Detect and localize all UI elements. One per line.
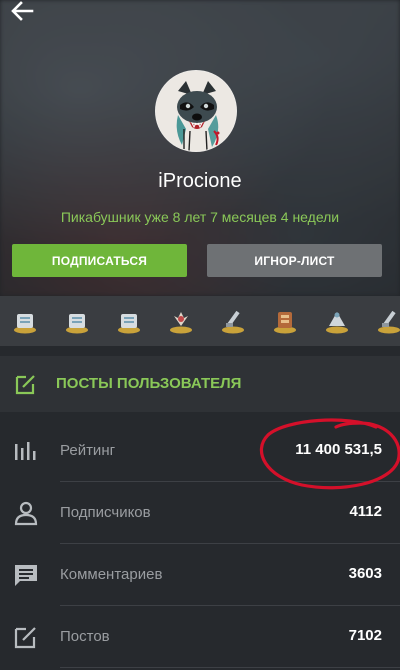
profile-screen: iProcione Пикабушник уже 8 лет 7 месяцев…	[0, 0, 400, 670]
arrow-left-icon	[11, 1, 34, 21]
award-icon[interactable]	[376, 306, 400, 334]
stat-row-rating: Рейтинг 11 400 531,5	[0, 420, 400, 482]
award-icon[interactable]	[324, 306, 350, 334]
award-icon[interactable]	[12, 306, 38, 334]
award-icon[interactable]	[220, 306, 246, 334]
award-icon[interactable]	[64, 306, 90, 334]
avatar[interactable]	[155, 70, 237, 152]
raccoon-avatar-image	[156, 71, 236, 151]
stat-label: Постов	[60, 628, 110, 645]
posts-value: 7102	[348, 627, 382, 644]
stat-row-posts[interactable]: Постов 7102	[0, 606, 400, 668]
award-icon[interactable]	[116, 306, 142, 334]
member-since-text: Пикабушник уже 8 лет 7 месяцев 4 недели	[60, 209, 340, 225]
edit-square-icon	[15, 375, 35, 395]
subscribers-value: 4112	[349, 503, 382, 520]
profile-username: iProcione	[158, 170, 242, 192]
awards-strip[interactable]	[0, 296, 400, 346]
bar-chart-icon	[15, 442, 36, 460]
stat-row-comments[interactable]: Комментариев 3603	[0, 544, 400, 606]
user-icon	[14, 501, 38, 526]
stat-row-subscribers[interactable]: Подписчиков 4112	[0, 482, 400, 544]
comment-icon	[15, 565, 37, 586]
ignore-list-button[interactable]: ИГНОР-ЛИСТ	[207, 244, 382, 277]
edit-square-icon	[14, 627, 36, 649]
back-button[interactable]	[8, 0, 36, 22]
user-posts-label: ПОСТЫ ПОЛЬЗОВАТЕЛЯ	[56, 375, 242, 392]
award-icon[interactable]	[168, 306, 194, 334]
stat-label: Подписчиков	[60, 504, 151, 521]
rating-value: 11 400 531,5	[295, 441, 382, 458]
stat-label: Рейтинг	[60, 442, 116, 459]
comments-value: 3603	[348, 565, 382, 582]
user-posts-link[interactable]: ПОСТЫ ПОЛЬЗОВАТЕЛЯ	[0, 356, 400, 412]
user-stats-list: Рейтинг 11 400 531,5 Подписчиков 4112 Ко…	[0, 420, 400, 670]
subscribe-button[interactable]: ПОДПИСАТЬСЯ	[12, 244, 187, 277]
award-icon[interactable]	[272, 306, 298, 334]
stat-label: Комментариев	[60, 566, 163, 583]
